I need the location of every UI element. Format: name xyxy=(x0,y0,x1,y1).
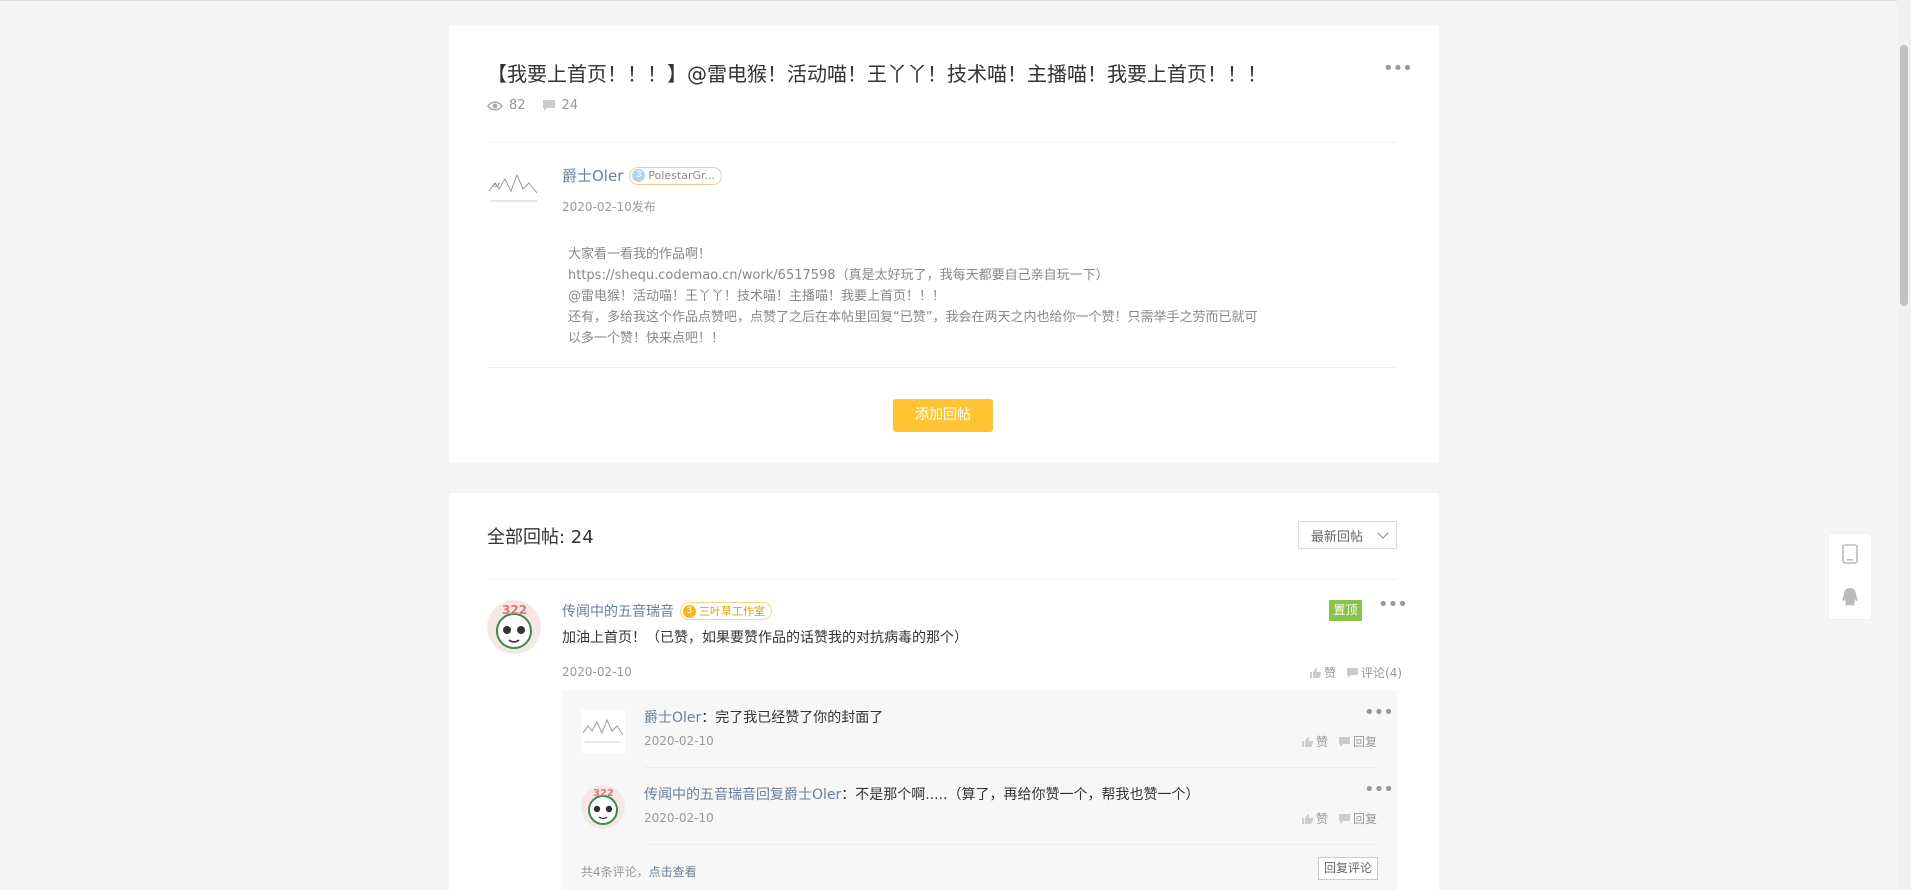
comment-icon xyxy=(1339,736,1351,747)
studio-badge[interactable]: 3 三叶草工作室 xyxy=(680,602,772,620)
reply-button[interactable]: 回复 xyxy=(1338,733,1377,750)
sub-comment-text: 爵士Oler：完了我已经赞了你的封面了 xyxy=(644,710,884,726)
comment-button[interactable]: 评论(4) xyxy=(1346,664,1402,681)
scrollbar[interactable] xyxy=(1897,0,1911,890)
reply-date: 2020-02-10 xyxy=(562,665,632,679)
more-icon[interactable]: ••• xyxy=(1378,596,1408,614)
sub-comment-actions: 赞 回复 xyxy=(1291,810,1377,827)
thumb-up-icon xyxy=(1302,813,1314,824)
studio-badge[interactable]: 3 PolestarGr... xyxy=(629,166,723,185)
comments-footer: 共4条评论，点击查看 xyxy=(581,865,697,879)
content-line: 以多一个赞！快来点吧！！ xyxy=(568,331,725,346)
view-all-link[interactable]: 点击查看 xyxy=(649,865,697,879)
phone-icon[interactable] xyxy=(1842,544,1858,564)
post-title: 【我要上首页！！！】@雷电猴！活动喵！王丫丫！技术喵！主播喵！我要上首页！！！ xyxy=(487,62,1267,86)
pinned-badge: 置顶 xyxy=(1329,600,1362,621)
more-icon[interactable]: ••• xyxy=(1383,60,1413,78)
avatar[interactable]: 322 xyxy=(487,600,541,654)
chevron-down-icon xyxy=(1377,527,1389,539)
sub-comment-date: 2020-02-10 xyxy=(644,811,714,825)
reply-author-row: 传闻中的五音瑞音 3 三叶草工作室 xyxy=(562,601,772,621)
like-button[interactable]: 赞 xyxy=(1301,733,1328,750)
content-line: @雷电猴！活动喵！王丫丫！技术喵！主播喵！我要上首页！！！ xyxy=(568,289,946,304)
svg-text:322: 322 xyxy=(502,603,527,617)
view-count: 82 xyxy=(509,98,526,113)
reply-actions: 赞 评论(4) xyxy=(1299,664,1402,681)
svg-text:322: 322 xyxy=(593,788,614,799)
reply-button[interactable]: 回复 xyxy=(1338,810,1377,827)
thumb-up-icon xyxy=(1302,736,1314,747)
like-button[interactable]: 赞 xyxy=(1309,664,1336,681)
svg-text:ar: ar xyxy=(493,181,500,189)
content-line: 还有，多给我这个作品点赞吧，点赞了之后在本帖里回复“已赞”，我会在两天之内也给你… xyxy=(568,310,1258,325)
comment-icon xyxy=(542,100,555,111)
eye-icon xyxy=(487,101,503,110)
publish-date: 2020-02-10发布 xyxy=(562,200,656,214)
avatar[interactable]: ar xyxy=(487,161,541,215)
sort-select[interactable]: 最新回帖 xyxy=(1298,521,1397,549)
post-content: 大家看一看我的作品啊！ https://shequ.codemao.cn/wor… xyxy=(568,244,1308,349)
author-name[interactable]: 爵士Oler xyxy=(562,165,623,186)
comment-icon xyxy=(1339,813,1351,824)
avatar[interactable]: 322 xyxy=(581,785,625,829)
sub-comment: 322 传闻中的五音瑞音回复爵士Oler：不是那个啊.....（算了，再给你赞一… xyxy=(562,768,1397,845)
divider xyxy=(487,579,1398,580)
like-button[interactable]: 赞 xyxy=(1301,810,1328,827)
sub-comment: 爵士Oler：完了我已经赞了你的封面了 2020-02-10 ••• 赞 回复 xyxy=(562,691,1397,768)
qq-icon[interactable] xyxy=(1841,587,1859,607)
content-line[interactable]: https://shequ.codemao.cn/work/6517598（真是… xyxy=(568,265,1308,286)
comment-icon xyxy=(1347,667,1359,678)
divider xyxy=(487,367,1398,368)
divider xyxy=(644,844,1378,845)
sub-comments: 爵士Oler：完了我已经赞了你的封面了 2020-02-10 ••• 赞 回复 … xyxy=(562,691,1397,890)
divider xyxy=(487,142,1398,143)
add-reply-button[interactable]: 添加回帖 xyxy=(893,399,993,432)
reply-comment-button[interactable]: 回复评论 xyxy=(1318,857,1378,880)
more-icon[interactable]: ••• xyxy=(1364,781,1394,799)
sub-comment-actions: 赞 回复 xyxy=(1291,733,1377,750)
top-border xyxy=(0,0,1911,1)
more-icon[interactable]: ••• xyxy=(1364,704,1394,722)
side-toolbar xyxy=(1828,533,1872,620)
author-row: 爵士Oler 3 PolestarGr... xyxy=(562,165,723,186)
sub-comment-date: 2020-02-10 xyxy=(644,734,714,748)
reply-text: 加油上首页！（已赞，如果要赞作品的话赞我的对抗病毒的那个） xyxy=(562,630,968,646)
content-line: 大家看一看我的作品啊！ xyxy=(568,247,712,262)
replies-title: 全部回帖: 24 xyxy=(487,527,594,548)
replies-card: 全部回帖: 24 最新回帖 322 传闻中的五音瑞音 3 三叶草工作室 置顶 ••… xyxy=(449,493,1439,890)
thumb-up-icon xyxy=(1310,667,1322,678)
avatar[interactable] xyxy=(581,709,625,753)
post-meta: 82 24 xyxy=(487,98,594,113)
sub-comment-text: 传闻中的五音瑞音回复爵士Oler：不是那个啊.....（算了，再给你赞一个，帮我… xyxy=(644,787,1200,803)
reply-author-name[interactable]: 传闻中的五音瑞音 xyxy=(562,601,674,621)
scrollbar-thumb[interactable] xyxy=(1900,45,1908,306)
comment-count: 24 xyxy=(561,98,579,113)
post-card: 【我要上首页！！！】@雷电猴！活动喵！王丫丫！技术喵！主播喵！我要上首页！！！ … xyxy=(449,26,1439,462)
